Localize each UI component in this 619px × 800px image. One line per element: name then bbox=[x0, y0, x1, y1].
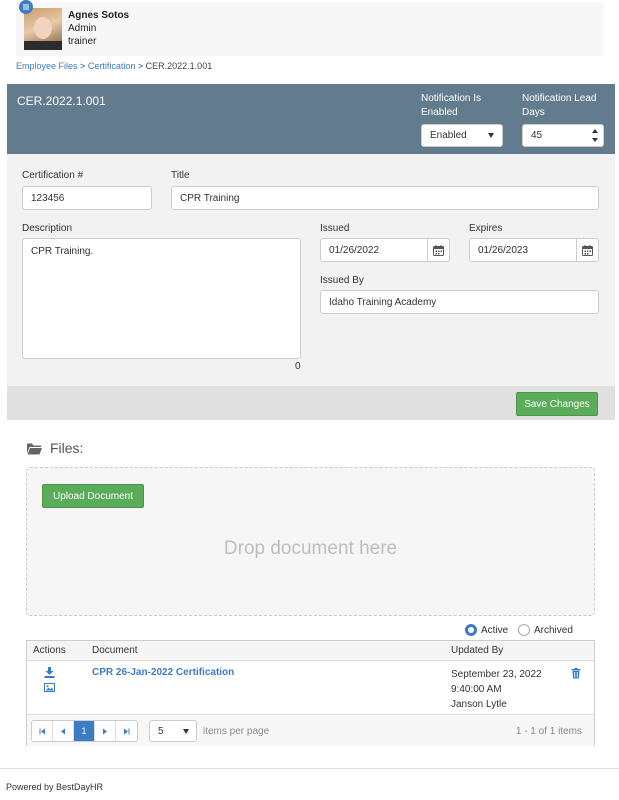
updated-date: September 23, 2022 bbox=[451, 669, 542, 680]
row-actions bbox=[44, 667, 56, 697]
column-header-actions[interactable]: Actions bbox=[33, 645, 66, 656]
title-label: Title bbox=[171, 170, 190, 181]
breadcrumb-employee-files[interactable]: Employee Files bbox=[16, 61, 78, 71]
radio-unselected-icon[interactable] bbox=[518, 624, 530, 636]
image-icon[interactable] bbox=[44, 682, 55, 693]
column-header-document[interactable]: Document bbox=[92, 645, 138, 656]
expires-date-input[interactable]: 01/26/2023 bbox=[469, 238, 599, 262]
filter-archived-label: Archived bbox=[534, 624, 573, 636]
certification-panel: CER.2022.1.001 Notification Is Enabled N… bbox=[7, 84, 615, 768]
files-section: Files: Upload Document Drop document her… bbox=[7, 420, 615, 768]
notification-lead-days-label: Notification Lead Days bbox=[522, 93, 597, 118]
cert-number-label: Certification # bbox=[22, 170, 84, 181]
breadcrumb-separator: > bbox=[80, 61, 86, 71]
upload-document-button[interactable]: Upload Document bbox=[42, 484, 144, 508]
panel-header: CER.2022.1.001 Notification Is Enabled N… bbox=[7, 84, 615, 154]
drop-hint: Drop document here bbox=[223, 538, 398, 559]
files-title: Files: bbox=[50, 440, 84, 456]
notification-enabled-value: Enabled bbox=[430, 130, 467, 141]
save-bar: Save Changes bbox=[7, 386, 615, 420]
cert-number-input[interactable]: 123456 bbox=[22, 186, 152, 210]
previous-page-icon[interactable] bbox=[53, 721, 74, 741]
items-per-page-label: items per page bbox=[203, 726, 270, 737]
menu-icon[interactable] bbox=[19, 0, 33, 14]
user-role: Admin bbox=[68, 23, 97, 34]
lead-days-value: 45 bbox=[531, 130, 543, 141]
page-size-select[interactable]: 5 bbox=[149, 720, 197, 742]
updated-by-name: Janson Lytle bbox=[451, 699, 507, 710]
character-count: 0 bbox=[295, 361, 301, 372]
pager-info: 1 - 1 of 1 items bbox=[515, 726, 582, 737]
pager-buttons: 1 bbox=[31, 720, 138, 742]
next-page-icon[interactable] bbox=[95, 721, 116, 741]
notification-enabled-label: Notification Is Enabled bbox=[421, 93, 482, 118]
breadcrumb-current: CER.2022.1.001 bbox=[145, 61, 213, 71]
grid-header: Actions Document Updated By bbox=[27, 641, 594, 661]
breadcrumb-separator: > bbox=[137, 61, 144, 71]
avatar[interactable] bbox=[24, 8, 62, 50]
page-size-value: 5 bbox=[158, 726, 164, 737]
footer-text: Powered by BestDayHR bbox=[6, 782, 104, 792]
expires-date-value: 01/26/2023 bbox=[478, 245, 529, 256]
notification-enabled-select[interactable]: Enabled bbox=[421, 124, 503, 147]
documents-grid: Actions Document Updated By CPR 26-Jan-2… bbox=[26, 640, 595, 746]
description-textarea[interactable]: CPR Training. bbox=[22, 238, 301, 359]
user-card: Agnes Sotos Admin trainer bbox=[16, 0, 604, 56]
calendar-icon[interactable] bbox=[427, 239, 449, 261]
notification-lead-days-input[interactable]: 45 bbox=[522, 124, 604, 147]
document-dropzone[interactable]: Upload Document Drop document here bbox=[26, 467, 595, 616]
footer-divider bbox=[0, 768, 619, 769]
expires-label: Expires bbox=[469, 223, 503, 234]
document-link[interactable]: CPR 26-Jan-2022 Certification bbox=[92, 667, 234, 678]
breadcrumb: Employee Files > Certification > CER.202… bbox=[16, 61, 212, 71]
chevron-down-icon bbox=[488, 133, 494, 138]
issued-date-value: 01/26/2022 bbox=[329, 245, 380, 256]
first-page-icon[interactable] bbox=[32, 721, 53, 741]
issued-label: Issued bbox=[320, 223, 350, 234]
issued-by-label: Issued By bbox=[320, 275, 364, 286]
last-page-icon[interactable] bbox=[116, 721, 137, 741]
user-title: trainer bbox=[68, 36, 97, 47]
grid-pager: 1 5 items per page 1 - 1 of 1 items bbox=[27, 714, 594, 746]
filter-active[interactable]: Active bbox=[465, 624, 508, 636]
calendar-icon[interactable] bbox=[576, 239, 598, 261]
files-header: Files: bbox=[27, 440, 83, 456]
filter-archived[interactable]: Archived bbox=[518, 624, 573, 636]
current-page-button[interactable]: 1 bbox=[74, 721, 95, 741]
folder-open-icon bbox=[27, 443, 42, 454]
issued-by-input[interactable]: Idaho Training Academy bbox=[320, 290, 599, 314]
filter-active-label: Active bbox=[481, 624, 509, 636]
save-changes-button[interactable]: Save Changes bbox=[516, 392, 598, 416]
issued-date-input[interactable]: 01/26/2022 bbox=[320, 238, 450, 262]
certification-id: CER.2022.1.001 bbox=[17, 94, 106, 108]
chevron-down-icon bbox=[183, 729, 189, 734]
user-name: Agnes Sotos bbox=[68, 10, 130, 21]
radio-selected-icon[interactable] bbox=[465, 624, 477, 636]
updated-time: 9:40:00 AM bbox=[451, 684, 502, 695]
column-header-updated-by[interactable]: Updated By bbox=[451, 645, 503, 656]
title-input[interactable]: CPR Training bbox=[171, 186, 599, 210]
number-spinner[interactable] bbox=[591, 127, 599, 144]
description-label: Description bbox=[22, 223, 73, 234]
updated-by-cell: September 23, 2022 9:40:00 AM Janson Lyt… bbox=[451, 667, 542, 712]
breadcrumb-certification[interactable]: Certification bbox=[88, 61, 136, 71]
trash-icon[interactable] bbox=[571, 668, 581, 679]
download-icon[interactable] bbox=[44, 667, 55, 678]
